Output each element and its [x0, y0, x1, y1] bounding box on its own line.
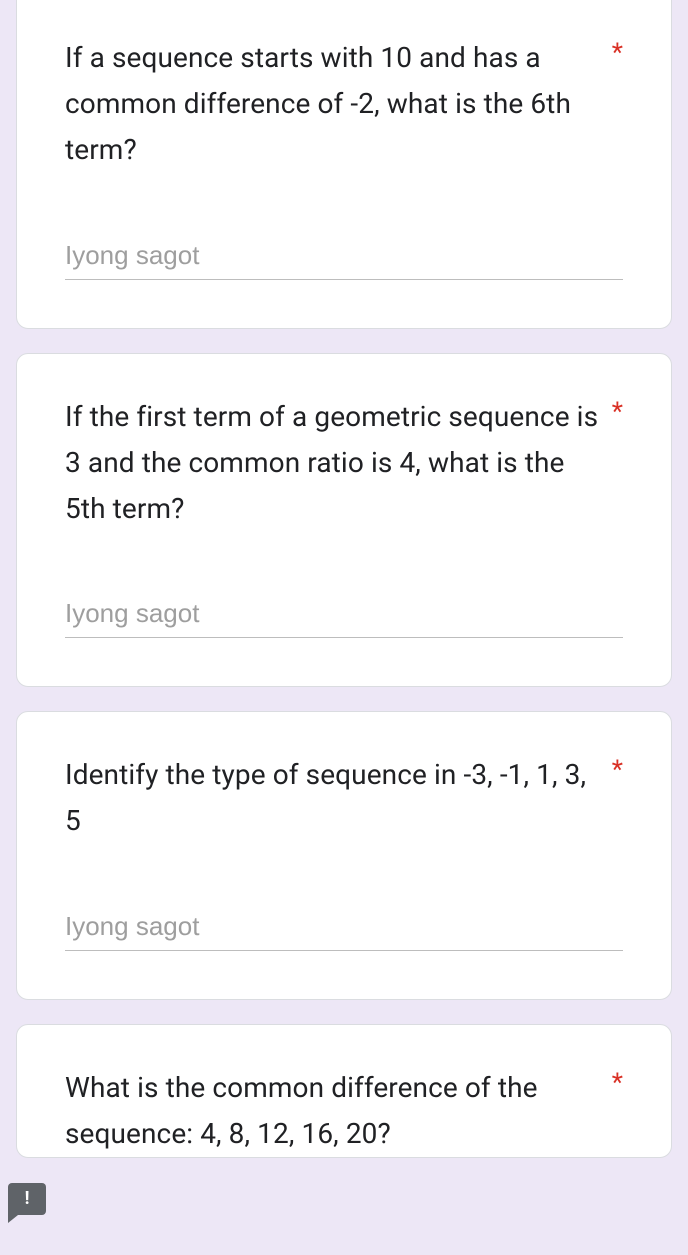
answer-input-wrap — [65, 592, 623, 638]
required-asterisk: * — [612, 35, 623, 71]
question-row: If a sequence starts with 10 and has a c… — [65, 35, 623, 174]
answer-input[interactable] — [65, 905, 623, 951]
question-text: If the first term of a geometric sequenc… — [65, 394, 600, 533]
required-asterisk: * — [612, 752, 623, 788]
answer-input[interactable] — [65, 592, 623, 638]
question-card: Identify the type of sequence in -3, -1,… — [16, 711, 672, 999]
required-asterisk: * — [612, 1065, 623, 1101]
answer-input[interactable] — [65, 234, 623, 280]
report-problem-icon[interactable]: ! — [8, 1183, 46, 1215]
question-card: If a sequence starts with 10 and has a c… — [16, 0, 672, 329]
question-text: Identify the type of sequence in -3, -1,… — [65, 752, 600, 844]
question-text: If a sequence starts with 10 and has a c… — [65, 35, 600, 174]
answer-input-wrap — [65, 234, 623, 280]
question-row: Identify the type of sequence in -3, -1,… — [65, 752, 623, 844]
question-card: If the first term of a geometric sequenc… — [16, 353, 672, 688]
form-container: If a sequence starts with 10 and has a c… — [0, 0, 688, 1158]
required-asterisk: * — [612, 394, 623, 430]
question-card: What is the common difference of the seq… — [16, 1024, 672, 1158]
question-row: If the first term of a geometric sequenc… — [65, 394, 623, 533]
exclamation-icon: ! — [25, 1190, 30, 1208]
question-row: What is the common difference of the seq… — [65, 1065, 623, 1157]
question-text: What is the common difference of the seq… — [65, 1065, 600, 1157]
answer-input-wrap — [65, 905, 623, 951]
